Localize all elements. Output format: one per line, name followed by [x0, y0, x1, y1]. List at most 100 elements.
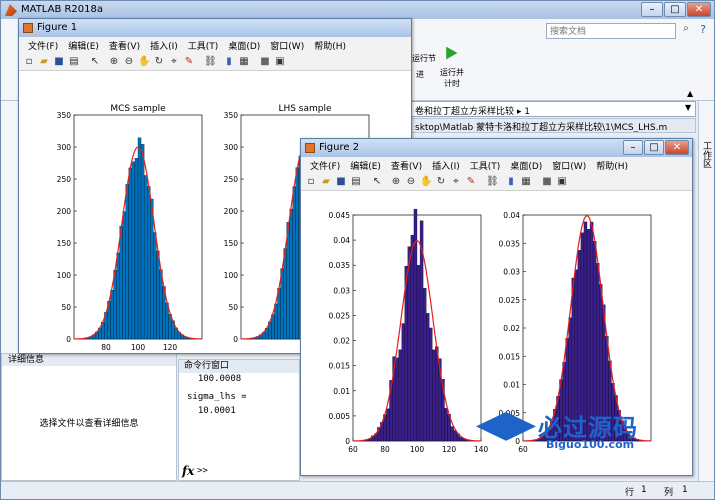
figure-2-close-button[interactable]: ✕ [665, 140, 689, 155]
zoom-out-icon[interactable]: ⊖ [123, 56, 135, 68]
y-tick-label: 0 [66, 335, 71, 344]
maximize-button[interactable]: □ [664, 2, 686, 17]
menu-window[interactable]: 窗口(W) [547, 157, 591, 174]
show-plot-tools-icon[interactable]: ▣ [274, 56, 286, 68]
x-tick-label: 60 [348, 445, 358, 454]
link-plot-icon[interactable]: ⛓ [486, 176, 499, 188]
y-tick-label: 0.025 [499, 296, 521, 305]
pan-icon[interactable]: ✋ [420, 176, 432, 188]
y-tick-label: 0.02 [333, 337, 350, 346]
histogram-bar [110, 290, 114, 340]
details-message: 选择文件以查看详细信息 [39, 419, 139, 429]
histogram-bar [410, 234, 415, 442]
menu-edit[interactable]: 编辑(E) [345, 157, 386, 174]
menu-window[interactable]: 窗口(W) [265, 37, 309, 54]
figure-2-minimize-button[interactable]: – [623, 140, 643, 155]
menu-file[interactable]: 文件(F) [23, 37, 63, 54]
address-bar[interactable]: 卷和拉丁超立方采样比较 ▸ 1 [411, 101, 696, 117]
new-figure-icon[interactable]: ▫ [305, 176, 317, 188]
menu-tools[interactable]: 工具(T) [183, 37, 224, 54]
save-icon[interactable]: ■ [53, 56, 65, 68]
toolstrip-collapse-icon[interactable]: ▲ [687, 89, 693, 98]
menu-file[interactable]: 文件(F) [305, 157, 345, 174]
workspace-panel-label[interactable]: 工作区 [701, 141, 713, 168]
run-section-button[interactable]: 运行节 [411, 53, 437, 64]
run-and-time-button[interactable]: 运行并 计时 [437, 67, 467, 89]
data-cursor-icon[interactable]: ⌖ [168, 56, 180, 68]
hide-plot-tools-icon[interactable]: ■ [259, 56, 271, 68]
data-cursor-icon[interactable]: ⌖ [450, 176, 462, 188]
y-tick-label: 150 [57, 239, 72, 248]
y-tick-label: 0.04 [503, 211, 520, 220]
new-figure-icon[interactable]: ▫ [23, 56, 35, 68]
menu-help[interactable]: 帮助(H) [309, 37, 351, 54]
figure-2-titlebar[interactable]: Figure 2 – □ ✕ [301, 139, 692, 157]
brush-icon[interactable]: ✎ [465, 176, 477, 188]
menu-help[interactable]: 帮助(H) [591, 157, 633, 174]
save-icon[interactable]: ■ [335, 176, 347, 188]
search-docs-input[interactable] [546, 23, 676, 39]
watermark-logo: 必过源码 Biguo100.com [476, 408, 676, 458]
histogram-bar [395, 357, 399, 442]
editor-file-tab[interactable]: sktop\Matlab 蒙特卡洛和拉丁超立方采样比较\1\MCS_LHS.m [411, 118, 696, 133]
open-file-icon[interactable]: ▰ [38, 56, 50, 68]
command-window[interactable]: 命令行窗口 100.0008 sigma_lhs = 10.0001 fx >> [178, 359, 300, 481]
address-dropdown-icon[interactable]: ▼ [685, 103, 691, 112]
colorbar-icon[interactable]: ▮ [505, 176, 517, 188]
menu-insert[interactable]: 插入(I) [145, 37, 183, 54]
link-plot-icon[interactable]: ⛓ [204, 56, 217, 68]
y-tick-label: 200 [224, 207, 239, 216]
figure-1-titlebar[interactable]: Figure 1 [19, 19, 411, 37]
zoom-out-icon[interactable]: ⊖ [405, 176, 417, 188]
edit-plot-icon[interactable]: ↖ [371, 176, 383, 188]
zoom-in-icon[interactable]: ⊕ [390, 176, 402, 188]
zoom-in-icon[interactable]: ⊕ [108, 56, 120, 68]
histogram-bar [292, 186, 296, 340]
histogram-bar [407, 246, 412, 442]
legend-icon[interactable]: ▦ [520, 176, 532, 188]
status-line-value: 1 [641, 485, 647, 495]
search-icon[interactable]: ⌕ [679, 23, 693, 39]
open-file-icon[interactable]: ▰ [320, 176, 332, 188]
menu-view[interactable]: 查看(V) [386, 157, 427, 174]
x-tick-label: 100 [410, 445, 425, 454]
show-plot-tools-icon[interactable]: ▣ [556, 176, 568, 188]
y-tick-label: 100 [57, 271, 72, 280]
histogram-bar [122, 211, 126, 340]
edit-plot-icon[interactable]: ↖ [89, 56, 101, 68]
figure-2-maximize-button[interactable]: □ [644, 140, 664, 155]
y-tick-label: 0.005 [329, 412, 351, 421]
y-tick-label: 0.01 [503, 381, 520, 390]
y-tick-label: 250 [224, 175, 239, 184]
histogram-bar [131, 161, 136, 340]
figure-icon [23, 23, 33, 33]
histogram-bar [283, 248, 287, 340]
menu-insert[interactable]: 插入(I) [427, 157, 465, 174]
x-tick-label: 80 [101, 343, 111, 352]
fx-icon[interactable]: fx [182, 464, 194, 478]
rotate-icon[interactable]: ↻ [153, 56, 165, 68]
brush-icon[interactable]: ✎ [183, 56, 195, 68]
y-tick-label: 0.015 [329, 362, 351, 371]
pan-icon[interactable]: ✋ [138, 56, 150, 68]
minimize-button[interactable]: – [641, 2, 663, 17]
advance-button[interactable]: 进 [411, 69, 429, 80]
print-icon[interactable]: ▤ [350, 176, 362, 188]
colorbar-icon[interactable]: ▮ [223, 56, 235, 68]
figure-2-menubar: 文件(F) 编辑(E) 查看(V) 插入(I) 工具(T) 桌面(D) 窗口(W) 帮助(H) [301, 157, 692, 173]
menu-desktop[interactable]: 桌面(D) [505, 157, 547, 174]
help-icon[interactable]: ? [696, 23, 710, 39]
legend-icon[interactable]: ▦ [238, 56, 250, 68]
menu-edit[interactable]: 编辑(E) [63, 37, 104, 54]
menu-desktop[interactable]: 桌面(D) [223, 37, 265, 54]
close-button[interactable]: ✕ [687, 2, 711, 17]
y-tick-label: 0.04 [333, 236, 350, 245]
menu-tools[interactable]: 工具(T) [465, 157, 506, 174]
y-tick-label: 0.035 [329, 261, 351, 270]
print-icon[interactable]: ▤ [68, 56, 80, 68]
figure-icon [305, 143, 315, 153]
hide-plot-tools-icon[interactable]: ■ [541, 176, 553, 188]
command-prompt[interactable]: >> [197, 466, 208, 476]
rotate-icon[interactable]: ↻ [435, 176, 447, 188]
menu-view[interactable]: 查看(V) [104, 37, 145, 54]
